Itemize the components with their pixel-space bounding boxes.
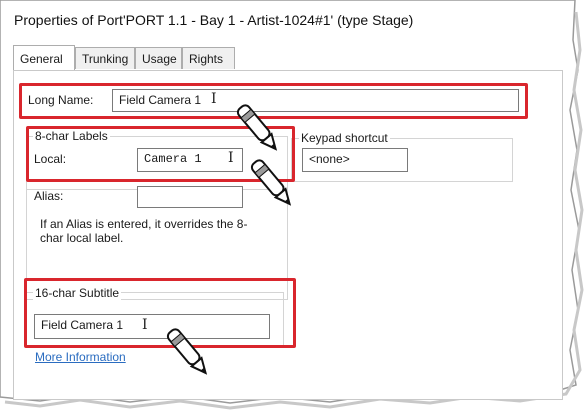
keypad-shortcut-value: <none>: [309, 152, 350, 166]
alias-label: Alias:: [34, 189, 64, 203]
tab-usage[interactable]: Usage: [135, 47, 182, 69]
more-information-link[interactable]: More Information: [35, 350, 126, 364]
alias-field[interactable]: [137, 186, 243, 208]
tab-trunking[interactable]: Trunking: [75, 47, 135, 69]
pen-pointer-icon: [166, 328, 208, 375]
window-title: Properties of Port'PORT 1.1 - Bay 1 - Ar…: [14, 12, 414, 28]
pen-pointer-icon: [236, 104, 278, 151]
pen-pointer-icon: [250, 159, 292, 206]
keypad-shortcut-field[interactable]: <none>: [302, 148, 408, 172]
tab-rights[interactable]: Rights: [182, 47, 235, 69]
tab-general[interactable]: General: [13, 45, 75, 70]
keypad-shortcut-title: Keypad shortcut: [299, 131, 390, 145]
alias-help-text: If an Alias is entered, it overrides the…: [40, 217, 248, 245]
